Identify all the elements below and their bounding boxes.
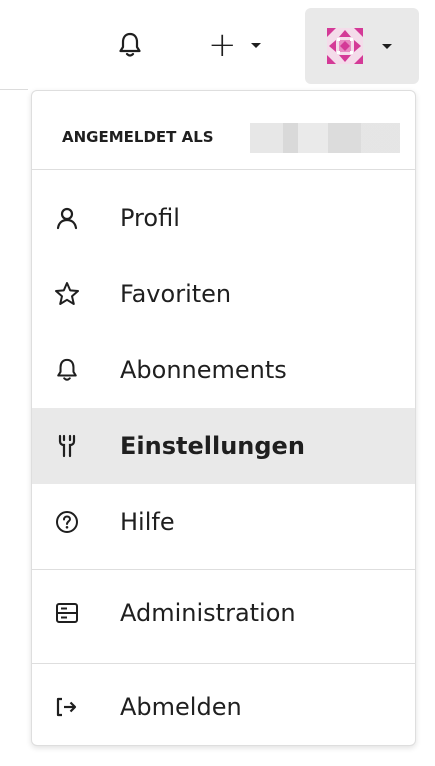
menu-item-help[interactable]: Hilfe — [32, 484, 415, 560]
bell-icon — [119, 32, 141, 57]
menu-item-label: Favoriten — [120, 280, 232, 308]
signed-in-header: ANGEMELDET ALS — [32, 91, 415, 170]
menu-divider — [32, 663, 415, 664]
menu-item-profile[interactable]: Profil — [32, 180, 415, 256]
menu-item-settings[interactable]: Einstellungen — [32, 408, 415, 484]
menu-item-label: Abmelden — [120, 693, 242, 721]
create-new-dropdown-button[interactable]: + — [200, 25, 280, 65]
menu-item-label: Administration — [120, 599, 296, 627]
menu-item-label: Profil — [120, 204, 180, 232]
menu-item-sign-out[interactable]: Abmelden — [32, 669, 415, 745]
user-dropdown-menu: ANGEMELDET ALS Profil Favoriten Abonneme… — [31, 90, 416, 746]
navbar-divider — [0, 89, 28, 90]
signed-in-label: ANGEMELDET ALS — [62, 128, 214, 146]
plus-icon: + — [208, 25, 237, 65]
bell-icon — [54, 357, 80, 383]
chevron-down-icon — [250, 42, 261, 48]
chevron-down-icon — [382, 43, 392, 49]
menu-item-subscriptions[interactable]: Abonnements — [32, 332, 415, 408]
menu-item-label: Hilfe — [120, 508, 175, 536]
sign-out-icon — [54, 694, 80, 720]
avatar — [327, 28, 363, 64]
user-menu-button[interactable] — [305, 8, 419, 84]
help-icon — [54, 509, 80, 535]
tools-icon — [54, 433, 80, 459]
server-icon — [54, 600, 80, 626]
menu-divider — [32, 569, 415, 570]
menu-item-favorites[interactable]: Favoriten — [32, 256, 415, 332]
menu-item-label: Abonnements — [120, 356, 287, 384]
redacted-username — [250, 123, 400, 153]
star-icon — [54, 281, 80, 307]
menu-item-administration[interactable]: Administration — [32, 575, 415, 651]
menu-item-label: Einstellungen — [120, 432, 305, 460]
notifications-button[interactable] — [110, 25, 150, 65]
top-navbar: + — [0, 0, 435, 90]
user-icon — [54, 205, 80, 231]
